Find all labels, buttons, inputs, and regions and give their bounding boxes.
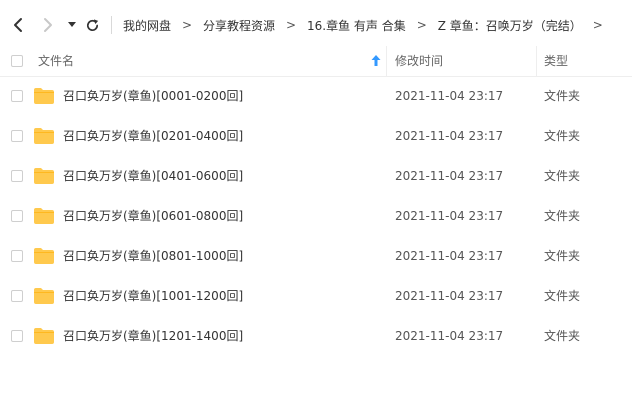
file-list: 召口奂万岁(章鱼)[0001-0200回] 2021-11-04 23:17 文… [0,76,632,356]
breadcrumb-separator: > [286,18,297,32]
file-modified: 2021-11-04 23:17 [395,289,504,303]
table-row[interactable]: 召口奂万岁(章鱼)[0801-1000回] 2021-11-04 23:17 文… [0,236,632,276]
folder-icon [34,88,54,104]
chevron-left-icon [14,18,22,32]
folder-icon [34,328,54,344]
row-checkbox[interactable] [11,170,23,182]
file-type: 文件夹 [544,329,581,343]
row-checkbox[interactable] [11,90,23,102]
back-button[interactable] [10,14,26,36]
folder-icon [34,128,54,144]
table-row[interactable]: 召口奂万岁(章鱼)[1201-1400回] 2021-11-04 23:17 文… [0,316,632,356]
toolbar-divider [111,16,112,34]
breadcrumb-separator[interactable]: > [582,18,614,32]
file-type: 文件夹 [544,169,581,183]
column-header-type[interactable]: 类型 [544,46,568,76]
breadcrumb-separator: > [181,18,193,32]
file-name[interactable]: 召口奂万岁(章鱼)[0201-0400回] [63,116,243,156]
chevron-right-icon [44,18,52,32]
breadcrumb-item-current[interactable]: Z 章鱼：召唤万岁（完结） [438,17,582,34]
history-dropdown[interactable] [66,14,78,36]
refresh-button[interactable] [84,14,100,36]
file-modified: 2021-11-04 23:17 [395,169,504,183]
file-type: 文件夹 [544,209,581,223]
file-name[interactable]: 召口奂万岁(章鱼)[0401-0600回] [63,156,243,196]
table-row[interactable]: 召口奂万岁(章鱼)[0401-0600回] 2021-11-04 23:17 文… [0,156,632,196]
file-name[interactable]: 召口奂万岁(章鱼)[1001-1200回] [63,276,243,316]
file-name[interactable]: 召口奂万岁(章鱼)[1201-1400回] [63,316,243,356]
column-header-name[interactable]: 文件名 [38,46,74,76]
row-checkbox[interactable] [11,210,23,222]
toolbar: 我的网盘 > 分享教程资源 > 16.章鱼 有声 合集 > Z 章鱼：召唤万岁（… [0,0,632,50]
column-divider[interactable] [386,46,387,76]
file-name[interactable]: 召口奂万岁(章鱼)[0801-1000回] [63,236,243,276]
table-row[interactable]: 召口奂万岁(章鱼)[0601-0800回] 2021-11-04 23:17 文… [0,196,632,236]
table-row[interactable]: 召口奂万岁(章鱼)[0001-0200回] 2021-11-04 23:17 文… [0,76,632,116]
column-divider[interactable] [536,46,537,76]
select-all-checkbox[interactable] [11,55,23,67]
refresh-icon [86,18,98,31]
breadcrumb-separator: > [416,18,427,32]
table-header: 文件名 修改时间 类型 [0,46,632,77]
breadcrumb-item-shared[interactable]: 分享教程资源 [203,17,275,34]
column-header-modified[interactable]: 修改时间 [395,46,443,76]
row-checkbox[interactable] [11,130,23,142]
file-modified: 2021-11-04 23:17 [395,89,504,103]
table-row[interactable]: 召口奂万岁(章鱼)[1001-1200回] 2021-11-04 23:17 文… [0,276,632,316]
row-checkbox[interactable] [11,330,23,342]
file-type: 文件夹 [544,289,581,303]
folder-icon [34,248,54,264]
file-modified: 2021-11-04 23:17 [395,129,504,143]
sort-arrow-up-icon[interactable] [370,54,382,68]
folder-icon [34,288,54,304]
row-checkbox[interactable] [11,290,23,302]
file-type: 文件夹 [544,89,581,103]
file-modified: 2021-11-04 23:17 [395,249,504,263]
file-modified: 2021-11-04 23:17 [395,209,504,223]
caret-down-icon [68,22,76,27]
file-type: 文件夹 [544,129,581,143]
file-name[interactable]: 召口奂万岁(章鱼)[0001-0200回] [63,76,243,116]
breadcrumb-item-root[interactable]: 我的网盘 [123,17,171,34]
folder-icon [34,168,54,184]
folder-icon [34,208,54,224]
breadcrumb: 我的网盘 > 分享教程资源 > 16.章鱼 有声 合集 > Z 章鱼：召唤万岁（… [123,14,614,36]
row-checkbox[interactable] [11,250,23,262]
breadcrumb-item-collection[interactable]: 16.章鱼 有声 合集 [307,17,406,34]
file-type: 文件夹 [544,249,581,263]
forward-button[interactable] [40,14,56,36]
file-modified: 2021-11-04 23:17 [395,329,504,343]
file-name[interactable]: 召口奂万岁(章鱼)[0601-0800回] [63,196,243,236]
table-row[interactable]: 召口奂万岁(章鱼)[0201-0400回] 2021-11-04 23:17 文… [0,116,632,156]
